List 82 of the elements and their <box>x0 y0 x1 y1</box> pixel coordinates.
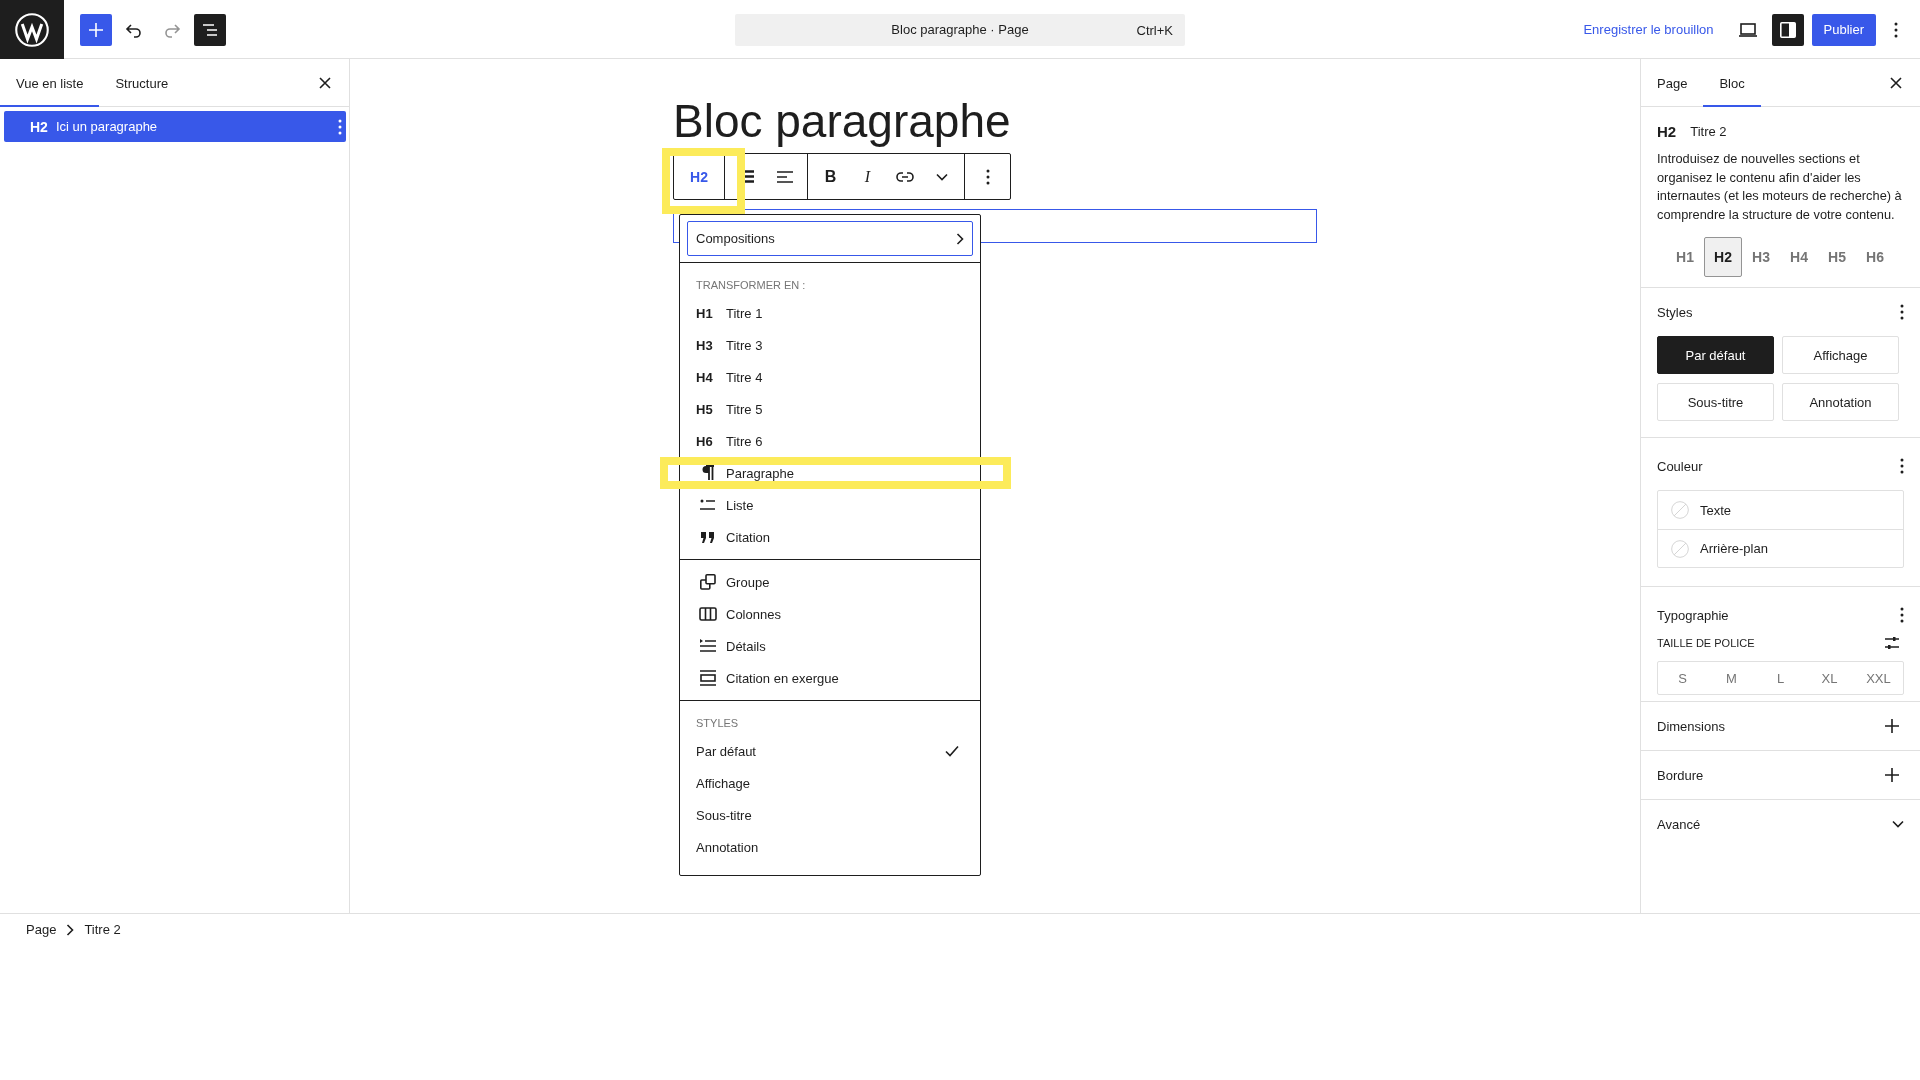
command-center[interactable]: Bloc paragraphe · Page Ctrl+K <box>735 13 1185 46</box>
menu-item[interactable]: H6 Titre 6 <box>680 425 980 457</box>
breadcrumb-link[interactable]: Titre 2 <box>84 922 121 937</box>
font-size-option[interactable]: XXL <box>1854 662 1903 694</box>
panel-options-button[interactable] <box>1900 458 1904 474</box>
more-icon <box>1900 607 1904 623</box>
panel-tab[interactable]: Structure <box>99 59 185 107</box>
block-type-button[interactable]: H2 <box>680 154 718 199</box>
panel-options-button[interactable] <box>1900 607 1904 623</box>
sidebar-tab[interactable]: Page <box>1641 59 1704 107</box>
menu-item[interactable]: Liste <box>680 489 980 521</box>
block-description: Introduisez de nouvelles sections et organisez le contenu afin d'aider les internautes (et les moteurs de recherche) à comprendre la structure de votre contenu. <box>1657 150 1902 224</box>
block-title: Titre 2 <box>1690 124 1727 139</box>
more-icon <box>1900 458 1904 474</box>
chevron-down-icon <box>935 172 948 181</box>
menu-item[interactable]: Annotation <box>680 831 980 863</box>
color-setting[interactable]: Texte <box>1658 491 1903 529</box>
block-type-label: H2 <box>1657 123 1677 140</box>
menu-item[interactable]: Sous-titre <box>680 799 980 831</box>
font-size-label: TAILLE DE POLICE <box>1657 637 1755 649</box>
color-setting[interactable]: Arrière-plan <box>1658 529 1903 567</box>
expand-button[interactable] <box>1892 820 1904 828</box>
menu-item[interactable]: Colonnes <box>680 598 980 630</box>
more-icon <box>1894 21 1898 38</box>
chevron-icon <box>956 232 964 245</box>
style-option[interactable]: Affichage <box>1782 336 1899 374</box>
breadcrumb-link[interactable]: Page <box>26 922 57 937</box>
panel-title: Styles <box>1657 304 1693 320</box>
sidebar-tab[interactable]: Bloc <box>1703 59 1761 107</box>
heading-level-button[interactable]: H4 <box>1780 237 1818 277</box>
font-size-option[interactable]: XL <box>1805 662 1854 694</box>
list-view-button[interactable] <box>194 13 226 46</box>
menu-section-title: TRANSFORMER EN : <box>695 278 807 293</box>
menu-item[interactable]: Citation en exergue <box>680 662 980 694</box>
no-color-swatch-icon <box>1670 500 1690 520</box>
style-option[interactable]: Annotation <box>1782 383 1899 421</box>
style-option[interactable]: Par défaut <box>1657 336 1774 374</box>
font-size-option[interactable]: L <box>1756 662 1805 694</box>
panel-tab[interactable]: Vue en liste <box>0 59 100 107</box>
heading-level-button[interactable]: H1 <box>1666 237 1704 277</box>
menu-section-title: STYLES <box>695 716 740 731</box>
heading-level-button[interactable]: H5 <box>1818 237 1856 277</box>
menu-item[interactable]: Par défaut <box>680 735 980 767</box>
panel-title: Bordure <box>1657 767 1704 783</box>
font-size-option[interactable]: S <box>1658 662 1707 694</box>
style-option[interactable]: Sous-titre <box>1657 383 1774 421</box>
font-size-option[interactable]: M <box>1707 662 1756 694</box>
menu-item[interactable]: H5 Titre 5 <box>680 393 980 425</box>
shortcut-label: Ctrl+K <box>1136 22 1173 38</box>
menu-item[interactable]: Affichage <box>680 767 980 799</box>
panel-title: Dimensions <box>1657 718 1725 734</box>
logo-icon <box>14 11 50 48</box>
menu-item[interactable]: H1 Titre 1 <box>680 297 980 329</box>
no-color-swatch-icon <box>1670 538 1690 559</box>
menu-item[interactable]: Citation <box>680 521 980 553</box>
publish-button[interactable]: Publier <box>1811 13 1876 46</box>
more-icon <box>985 168 990 185</box>
bold-button[interactable]: B <box>814 154 847 199</box>
add-block-button[interactable] <box>80 13 112 46</box>
panel-title: Typographie <box>1657 607 1729 623</box>
heading-level-button[interactable]: H6 <box>1856 237 1894 277</box>
site-logo-button[interactable] <box>0 0 64 59</box>
settings-toggle-button[interactable] <box>1771 13 1804 46</box>
page-heading: Bloc paragraphe <box>673 95 1011 147</box>
panel-title: Avancé <box>1657 816 1701 832</box>
menu-item[interactable]: H3 Titre 3 <box>680 329 980 361</box>
panel-options-button[interactable] <box>1900 304 1904 320</box>
menu-item[interactable]: H4 Titre 4 <box>680 361 980 393</box>
heading-level-button[interactable]: H2 <box>1704 237 1742 277</box>
panel-title: Couleur <box>1657 458 1703 474</box>
breadcrumb-separator-icon <box>66 923 75 936</box>
compositions-button[interactable]: Compositions <box>687 221 973 256</box>
italic-button[interactable]: I <box>851 154 884 199</box>
menu-item[interactable]: Détails <box>680 630 980 662</box>
list-view-item[interactable]: H2 Ici un paragraphe <box>4 111 346 142</box>
heading-level-button[interactable]: H3 <box>1742 237 1780 277</box>
save-draft-link[interactable]: Enregistrer le brouillon <box>1573 13 1724 46</box>
more-icon <box>1900 304 1904 320</box>
chevron-down-icon <box>1892 820 1904 828</box>
menu-item[interactable]: Paragraphe <box>680 457 980 489</box>
more-icon <box>338 118 342 135</box>
menu-item[interactable]: Groupe <box>680 566 980 598</box>
